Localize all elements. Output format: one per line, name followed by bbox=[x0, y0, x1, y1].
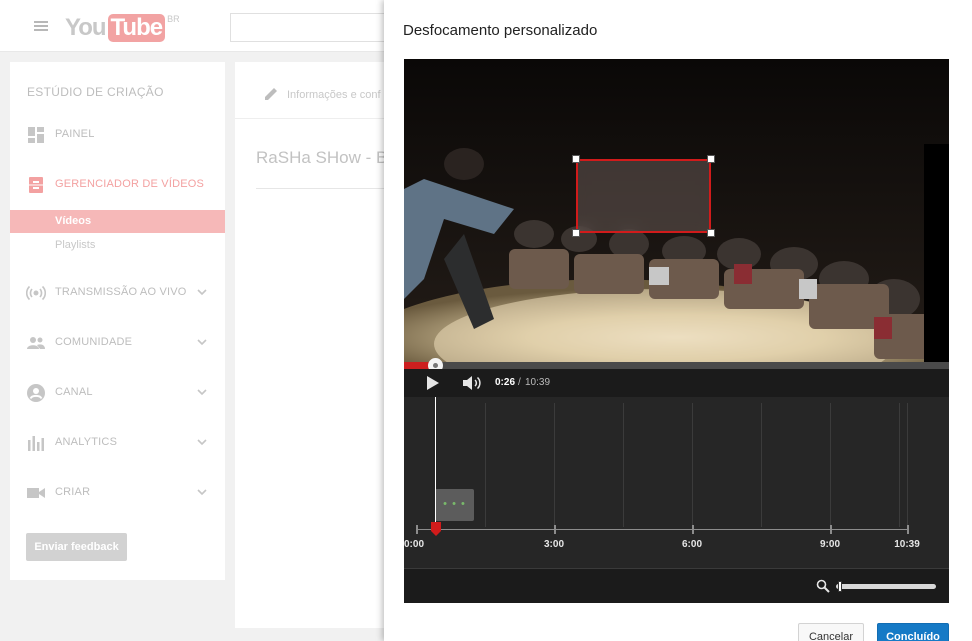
blur-timeline[interactable]: • • • 0:00 3:00 6:00 9:00 10:39 bbox=[404, 397, 949, 568]
chevron-down-icon[interactable] bbox=[195, 385, 209, 399]
timeline-gridline bbox=[692, 403, 693, 527]
blur-clip-block[interactable]: • • • bbox=[435, 489, 474, 521]
logo-region: BR bbox=[167, 14, 180, 24]
resize-handle-bottom-left[interactable] bbox=[572, 229, 580, 237]
timeline-label: 3:00 bbox=[543, 539, 565, 550]
chevron-down-icon[interactable] bbox=[195, 285, 209, 299]
title-underline bbox=[256, 188, 395, 189]
cancel-button[interactable]: Cancelar bbox=[798, 623, 864, 641]
live-broadcast-icon bbox=[26, 285, 46, 301]
sidebar-subitem-label: Vídeos bbox=[55, 215, 92, 227]
timeline-label: 6:00 bbox=[681, 539, 703, 550]
logo-tube-text: Tube bbox=[107, 14, 166, 42]
logo-you-text: You bbox=[65, 14, 107, 41]
zoom-slider[interactable] bbox=[836, 581, 936, 592]
resize-handle-bottom-right[interactable] bbox=[707, 229, 715, 237]
video-manager-icon bbox=[29, 177, 43, 193]
timeline-gridline bbox=[830, 403, 831, 527]
timeline-gridline bbox=[554, 403, 555, 527]
playhead-marker-icon[interactable] bbox=[431, 522, 441, 536]
timeline-axis bbox=[416, 529, 909, 530]
sidebar-item-create[interactable]: CRIAR bbox=[10, 481, 225, 505]
timeline-gridline bbox=[761, 403, 762, 527]
time-separator: / bbox=[518, 377, 521, 388]
sidebar-item-label: ANALYTICS bbox=[55, 436, 118, 448]
resize-handle-top-right[interactable] bbox=[707, 155, 715, 163]
creator-studio-sidebar: ESTÚDIO DE CRIAÇÃO PAINEL GERENCIADOR DE… bbox=[10, 62, 225, 580]
sidebar-subitem-label: Playlists bbox=[55, 239, 96, 251]
sidebar-subitem-playlists[interactable]: Playlists bbox=[10, 234, 225, 257]
video-camera-icon bbox=[27, 488, 45, 498]
main-content: Informações e conf RaSHa SHow - B bbox=[235, 62, 395, 628]
sidebar-item-label: PAINEL bbox=[55, 128, 95, 140]
timeline-zoom bbox=[404, 569, 949, 603]
timeline-gridline bbox=[899, 403, 900, 527]
video-preview[interactable] bbox=[404, 59, 949, 362]
sidebar-item-label: CRIAR bbox=[55, 486, 91, 498]
youtube-logo[interactable]: You Tube BR bbox=[65, 14, 180, 42]
sidebar-item-label: CANAL bbox=[55, 386, 93, 398]
timeline-tick bbox=[907, 525, 909, 534]
video-progress-bar[interactable] bbox=[404, 358, 949, 373]
sidebar-item-label: GERENCIADOR DE VÍDEOS bbox=[55, 178, 205, 190]
sidebar-item-video-manager[interactable]: GERENCIADOR DE VÍDEOS bbox=[10, 173, 225, 197]
blur-editor: 0:26 / 10:39 • • • 0:00 3:00 6:00 9:00 1… bbox=[404, 59, 949, 603]
timeline-playhead[interactable] bbox=[435, 397, 436, 529]
send-feedback-button[interactable]: Enviar feedback bbox=[26, 533, 127, 561]
custom-blur-dialog: Desfocamento personalizado 0:26 / 10:39 … bbox=[384, 0, 972, 641]
timeline-label: 9:00 bbox=[819, 539, 841, 550]
chevron-down-icon[interactable] bbox=[195, 485, 209, 499]
studio-title: ESTÚDIO DE CRIAÇÃO bbox=[27, 85, 164, 99]
sidebar-item-community[interactable]: COMUNIDADE bbox=[10, 331, 225, 355]
sidebar-item-label: COMUNIDADE bbox=[55, 336, 133, 348]
sidebar-item-channel[interactable]: CANAL bbox=[10, 381, 225, 405]
timeline-gridline bbox=[485, 403, 486, 527]
menu-icon[interactable] bbox=[34, 21, 48, 31]
search-input[interactable] bbox=[230, 13, 400, 42]
clip-drag-dots: • • • bbox=[443, 498, 466, 510]
play-icon[interactable] bbox=[426, 375, 440, 391]
current-time: 0:26 bbox=[495, 377, 516, 388]
zoom-icon bbox=[816, 579, 830, 593]
timeline-tick bbox=[554, 525, 556, 534]
pencil-icon bbox=[265, 88, 277, 100]
tab-divider bbox=[235, 118, 395, 119]
volume-icon[interactable] bbox=[462, 375, 484, 391]
blur-region[interactable] bbox=[572, 155, 715, 237]
chevron-down-icon[interactable] bbox=[195, 435, 209, 449]
sidebar-item-label: TRANSMISSÃO AO VIVO bbox=[55, 286, 187, 298]
timeline-label: 0:00 bbox=[404, 539, 425, 550]
video-title: RaSHa SHow - B bbox=[256, 148, 388, 167]
done-button[interactable]: Concluído bbox=[877, 623, 949, 641]
timeline-tick bbox=[416, 525, 418, 534]
community-icon bbox=[27, 337, 45, 349]
tab-info-settings[interactable]: Informações e conf bbox=[287, 89, 381, 101]
player-controls: 0:26 / 10:39 bbox=[404, 369, 949, 397]
chevron-down-icon[interactable] bbox=[195, 335, 209, 349]
sidebar-subitem-videos[interactable]: Vídeos bbox=[10, 210, 225, 233]
zoom-slider-knob[interactable] bbox=[838, 581, 842, 592]
analytics-icon bbox=[28, 436, 44, 451]
sidebar-item-live[interactable]: TRANSMISSÃO AO VIVO bbox=[10, 281, 225, 305]
duration: 10:39 bbox=[525, 377, 551, 388]
channel-icon bbox=[27, 384, 45, 402]
dashboard-icon bbox=[28, 127, 44, 143]
timeline-tick bbox=[692, 525, 694, 534]
resize-handle-top-left[interactable] bbox=[572, 155, 580, 163]
dialog-title: Desfocamento personalizado bbox=[403, 22, 598, 39]
timeline-label: 10:39 bbox=[894, 539, 920, 550]
sidebar-item-analytics[interactable]: ANALYTICS bbox=[10, 431, 225, 455]
timeline-gridline bbox=[907, 403, 908, 527]
sidebar-item-dashboard[interactable]: PAINEL bbox=[10, 123, 225, 147]
timeline-gridline bbox=[623, 403, 624, 527]
timeline-tick bbox=[830, 525, 832, 534]
